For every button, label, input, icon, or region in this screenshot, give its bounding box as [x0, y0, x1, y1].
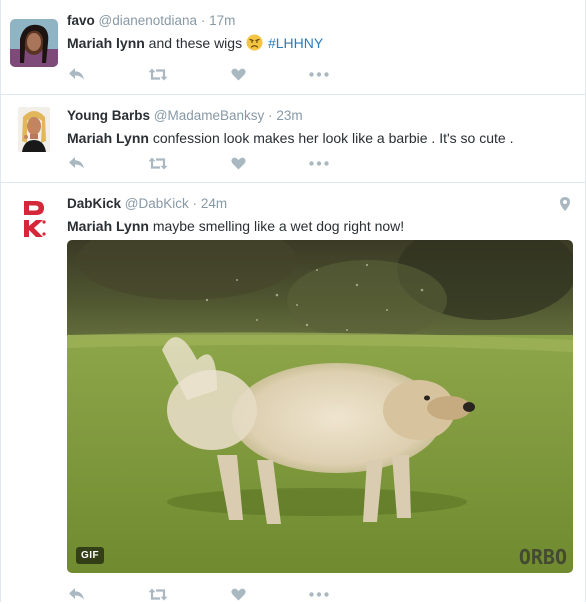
reply-icon[interactable]	[67, 586, 85, 602]
like-icon[interactable]	[230, 586, 246, 602]
more-icon[interactable]	[309, 66, 329, 82]
tweet-3[interactable]: DabKick @DabKick · 24m Mariah Lynn maybe…	[0, 183, 586, 604]
tweet-text: Mariah Lynn confession look makes her lo…	[67, 129, 572, 148]
tweet-1[interactable]: favo @dianenotdiana · 17m Mariah lynn an…	[0, 0, 586, 95]
like-icon[interactable]	[230, 66, 246, 82]
tweet-text-rest: and these wigs	[144, 35, 246, 51]
location-pin-icon[interactable]	[560, 197, 570, 216]
retweet-icon[interactable]	[147, 155, 169, 171]
tweet-text-bold: Mariah lynn	[67, 35, 145, 51]
author-name[interactable]: favo	[67, 13, 95, 28]
separator-dot: ·	[200, 13, 206, 28]
more-icon[interactable]	[309, 155, 329, 171]
avatar-image	[10, 19, 58, 67]
reply-icon[interactable]	[67, 155, 85, 171]
hashtag-link[interactable]: #LHHNY	[268, 35, 323, 51]
separator-dot: ·	[268, 108, 273, 123]
tweet-2[interactable]: Young Barbs @MadameBanksy · 23m Mariah L…	[0, 95, 586, 183]
disappointed-face-icon	[246, 34, 263, 56]
timestamp[interactable]: 23m	[276, 108, 302, 123]
timestamp[interactable]: 17m	[209, 13, 235, 28]
author-name[interactable]: Young Barbs	[67, 108, 150, 123]
author-handle[interactable]: @DabKick	[125, 196, 189, 211]
author-handle[interactable]: @MadameBanksy	[154, 108, 265, 123]
reply-icon[interactable]	[67, 66, 85, 82]
gif-media[interactable]: GIF ORBO	[67, 240, 573, 573]
tweet-text-rest: maybe smelling like a wet dog right now!	[148, 218, 405, 234]
orbo-watermark: ORBO	[518, 545, 567, 569]
dog-shaking-gif-image	[67, 240, 573, 573]
avatar[interactable]	[18, 107, 50, 152]
retweet-icon[interactable]	[147, 586, 169, 602]
avatar[interactable]	[10, 19, 58, 67]
dabkick-logo-icon	[18, 198, 48, 242]
timestamp[interactable]: 24m	[201, 196, 227, 211]
tweet-text-bold: Mariah Lynn	[67, 130, 149, 146]
more-icon[interactable]	[309, 586, 329, 602]
tweet-text-bold: Mariah Lynn	[67, 218, 149, 234]
avatar[interactable]	[18, 198, 48, 242]
avatar-image	[18, 107, 50, 152]
tweet-text: Mariah Lynn maybe smelling like a wet do…	[67, 217, 572, 236]
gif-badge: GIF	[76, 547, 105, 564]
separator-dot: ·	[192, 196, 198, 211]
author-handle[interactable]: @dianenotdiana	[99, 13, 198, 28]
author-name[interactable]: DabKick	[67, 196, 121, 211]
retweet-icon[interactable]	[147, 66, 169, 82]
tweet-text: Mariah lynn and these wigs #LHHNY	[67, 34, 572, 56]
tweet-text-rest: confession look makes her look like a ba…	[148, 130, 514, 146]
like-icon[interactable]	[230, 155, 246, 171]
